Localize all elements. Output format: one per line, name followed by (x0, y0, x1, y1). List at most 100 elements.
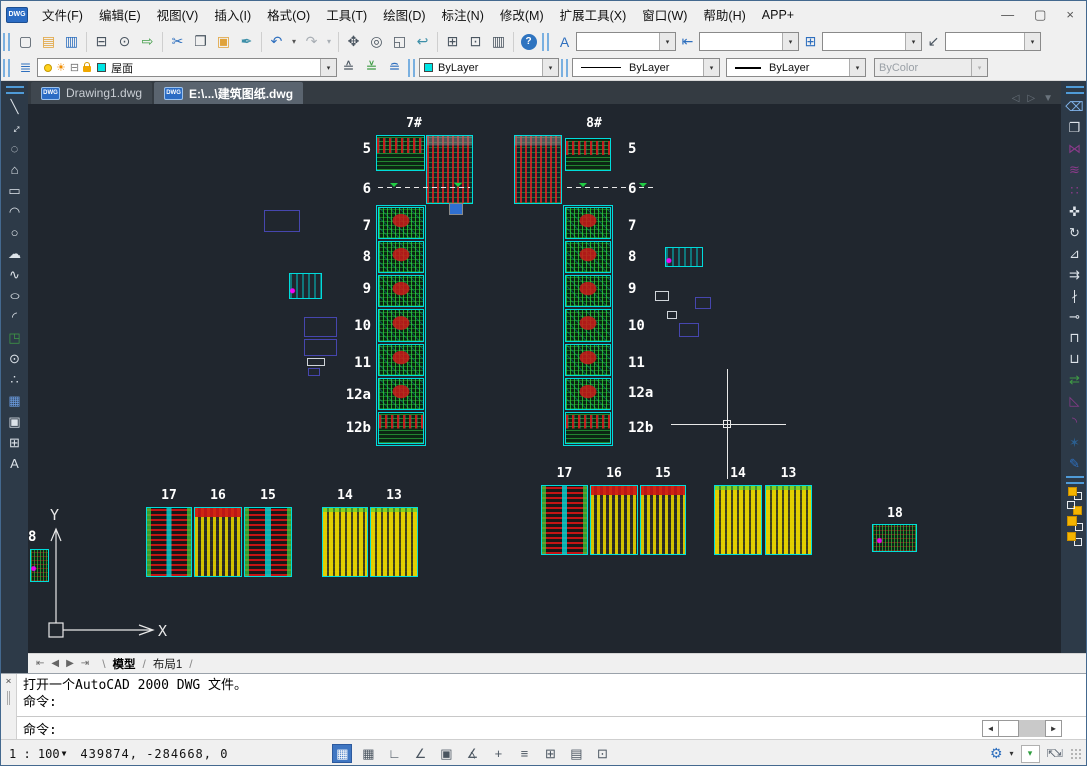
last-tab-icon[interactable]: ⇥ (81, 658, 89, 669)
gear-icon[interactable]: ⚙ (990, 745, 1003, 762)
annotation-scale-toggle-icon[interactable]: ▤ (566, 744, 586, 763)
revision-cloud-icon[interactable]: ☁ (3, 243, 27, 264)
arc-icon[interactable]: ◠ (3, 201, 27, 222)
design-center-icon[interactable]: ⊡ (464, 31, 487, 52)
layer-combo[interactable]: ☀ ⊟ 屋面 ▾ (37, 58, 337, 77)
trim-icon[interactable]: ∤ (1063, 285, 1087, 306)
edit-hatch-icon[interactable]: ✎ (1063, 453, 1087, 474)
erase-icon[interactable]: ⌫ (1063, 96, 1087, 117)
osnap-toggle-icon[interactable]: ▣ (436, 744, 456, 763)
stretch-icon[interactable]: ⇉ (1063, 264, 1087, 285)
app-icon[interactable]: DWG (6, 7, 28, 23)
menu-insert[interactable]: 插入(I) (206, 1, 259, 28)
ellipse-arc-icon[interactable]: ◜ (3, 306, 27, 327)
chevron-down-icon[interactable]: ▾ (703, 59, 719, 76)
layer-unlock-icon[interactable] (83, 66, 91, 72)
scroll-right-icon[interactable]: ▶ (1045, 720, 1062, 737)
chevron-down-icon[interactable]: ▾ (849, 59, 865, 76)
print-preview-icon[interactable]: ⊙ (113, 31, 136, 52)
insert-block-icon[interactable]: ◳ (3, 327, 27, 348)
chamfer-icon[interactable]: ◺ (1063, 390, 1087, 411)
open-icon[interactable]: ▤ (37, 31, 60, 52)
pan-icon[interactable]: ✥ (342, 31, 365, 52)
selected-object[interactable] (449, 203, 463, 215)
zoom-realtime-icon[interactable]: ◎ (365, 31, 388, 52)
chevron-down-icon[interactable]: ▾ (905, 33, 921, 50)
layer-on-icon[interactable] (44, 64, 52, 72)
zoom-previous-icon[interactable]: ↩ (411, 31, 434, 52)
properties-palette-icon[interactable]: ⊞ (441, 31, 464, 52)
mleader-style-icon[interactable]: ↙ (922, 31, 945, 52)
prev-tab-icon[interactable]: ◀ (51, 658, 59, 669)
first-tab-icon[interactable]: ⇤ (36, 658, 44, 669)
join-icon[interactable]: ⇄ (1063, 369, 1087, 390)
extend-icon[interactable]: ⊸ (1063, 306, 1087, 327)
otrack-toggle-icon[interactable]: ∡ (462, 744, 482, 763)
next-tab-icon[interactable]: ▶ (66, 658, 74, 669)
mleader-style-combo[interactable]: ▾ (945, 32, 1041, 51)
paste-icon[interactable]: ▣ (212, 31, 235, 52)
isolate-objects-icon[interactable]: ▾ (1021, 745, 1040, 763)
ellipse-icon[interactable]: ○ (9, 288, 21, 303)
lineweight-combo[interactable]: ByLayer ▾ (726, 58, 866, 77)
polar-toggle-icon[interactable]: ∠ (410, 744, 430, 763)
publish-icon[interactable]: ⇨ (136, 31, 159, 52)
cut-icon[interactable]: ✂ (166, 31, 189, 52)
layer-properties-icon[interactable]: ≣ (14, 57, 37, 78)
redo-dropdown-icon[interactable]: ▾ (323, 31, 335, 52)
bring-above-objects-icon[interactable] (1066, 516, 1083, 531)
menu-dimension[interactable]: 标注(N) (434, 1, 492, 28)
print-icon[interactable]: ⊟ (90, 31, 113, 52)
panel-grip[interactable] (1066, 476, 1084, 478)
match-properties-icon[interactable]: ✒ (235, 31, 258, 52)
drawing-canvas[interactable]: 7# 8# 5 6 7 8 9 10 11 12a 12b 5 6 7 8 9 … (28, 104, 1061, 653)
tab-model[interactable]: 模型 (109, 656, 140, 672)
fullscreen-icon[interactable]: ⇱⇲ (1047, 747, 1061, 760)
break-at-point-icon[interactable]: ⊓ (1063, 327, 1087, 348)
chevron-down-icon[interactable]: ▾ (782, 33, 798, 50)
toolbar-grip[interactable] (408, 59, 415, 77)
mtext-icon[interactable]: A (3, 453, 27, 474)
ortho-toggle-icon[interactable]: ∟ (384, 744, 404, 763)
panel-grip[interactable] (1066, 86, 1084, 88)
help-icon[interactable]: ? (521, 34, 537, 50)
toolbar-grip[interactable] (3, 59, 10, 77)
command-input-line[interactable]: 命令: ◀ ▶ (17, 717, 1087, 739)
scrollbar-track[interactable] (999, 720, 1019, 737)
scroll-left-icon[interactable]: ◀ (982, 720, 999, 737)
menu-view[interactable]: 视图(V) (149, 1, 207, 28)
tab-prev-icon[interactable]: ◁ (1012, 93, 1020, 104)
command-close-icon[interactable]: × (5, 676, 11, 687)
close-button[interactable]: × (1066, 7, 1074, 23)
hatch-icon[interactable]: ▦ (3, 390, 27, 411)
lineweight-toggle-icon[interactable]: ≡ (514, 744, 534, 763)
polygon-icon[interactable]: ⌂ (3, 159, 27, 180)
break-icon[interactable]: ⊔ (1063, 348, 1087, 369)
copy-icon[interactable]: ❐ (189, 31, 212, 52)
region-icon[interactable]: ▣ (3, 411, 27, 432)
rotate-icon[interactable]: ↻ (1063, 222, 1087, 243)
linetype-combo[interactable]: ByLayer ▾ (572, 58, 720, 77)
array-icon[interactable]: ∷ (1063, 180, 1087, 201)
menu-edit[interactable]: 编辑(E) (91, 1, 149, 28)
fillet-icon[interactable]: ◝ (1063, 411, 1087, 432)
grid-toggle-icon[interactable]: ▦ (358, 744, 378, 763)
chevron-down-icon[interactable]: ▾ (542, 59, 558, 76)
make-layer-current-icon[interactable]: ≙ (337, 57, 360, 78)
make-block-icon[interactable]: ⊙ (3, 348, 27, 369)
mirror-icon[interactable]: ⋈ (1063, 138, 1087, 159)
menu-help[interactable]: 帮助(H) (695, 1, 753, 28)
menu-window[interactable]: 窗口(W) (634, 1, 695, 28)
bring-to-front-icon[interactable] (1066, 486, 1083, 501)
annotation-autoscale-toggle-icon[interactable]: ⊡ (592, 744, 612, 763)
dim-style-icon[interactable]: ⇤ (676, 31, 699, 52)
table-style-combo[interactable]: ▾ (822, 32, 922, 51)
offset-icon[interactable]: ≋ (1063, 159, 1087, 180)
command-history-area[interactable]: 打开一个AutoCAD 2000 DWG 文件。 命令: 命令: ◀ ▶ (17, 674, 1087, 739)
table-icon[interactable]: ⊞ (3, 432, 27, 453)
copy-object-icon[interactable]: ❐ (1063, 117, 1087, 138)
scale-icon[interactable]: ⊿ (1063, 243, 1087, 264)
color-combo[interactable]: ByLayer ▾ (419, 58, 559, 77)
toolbar-grip[interactable] (542, 33, 549, 51)
scale-control[interactable]: 1 : 100 ▼ (9, 747, 66, 761)
